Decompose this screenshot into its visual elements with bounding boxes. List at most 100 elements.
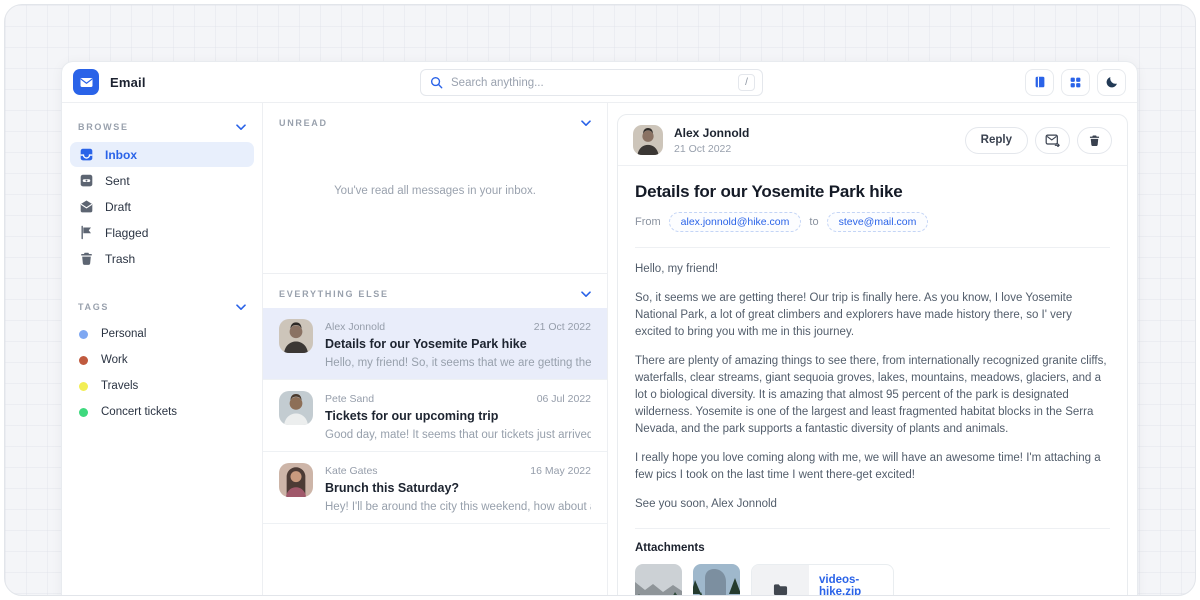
email-date: 16 May 2022 [530,465,591,477]
from-label: From [635,216,661,228]
email-preview: Hello, my friend! So, it seems that we a… [325,357,591,369]
header-actions [1025,69,1126,96]
sidebar-item-trash[interactable]: Trash [70,246,254,271]
sidebar-item-draft[interactable]: Draft [70,194,254,219]
trash-icon [79,251,94,266]
sidebar-tag-personal[interactable]: Personal [62,321,262,347]
flag-icon [79,225,94,240]
sidebar-item-flagged[interactable]: Flagged [70,220,254,245]
tag-color-dot [79,408,88,417]
sidebar-item-label: Inbox [105,148,137,162]
sidebar-tag-travels[interactable]: Travels [62,373,262,399]
file-icon-box [752,565,809,596]
attachments-row: videos-hike.zip 100 MB [635,564,1110,596]
browse-label: BROWSE [78,122,129,132]
email-preview: Hey! I'll be around the city this weeken… [325,501,591,513]
tag-label: Personal [101,328,146,340]
delete-button[interactable] [1077,127,1112,154]
email-body-paragraph: I really hope you love coming along with… [635,450,1110,484]
reply-button[interactable]: Reply [965,127,1028,154]
browse-section-header: BROWSE [62,107,262,141]
from-email-chip[interactable]: alex.jonnold@hike.com [669,212,802,232]
email-list-item-kate[interactable]: Kate Gates 16 May 2022 Brunch this Satur… [263,452,607,524]
tag-label: Work [101,354,128,366]
email-list-item-alex[interactable]: Alex Jonnold 21 Oct 2022 Details for our… [263,308,607,380]
attachment-file-card[interactable]: videos-hike.zip 100 MB [751,564,894,596]
chevron-down-icon[interactable] [236,304,246,311]
tag-color-dot [79,330,88,339]
avatar [633,125,663,155]
divider [635,247,1110,248]
app-columns: BROWSE Inbox [62,103,1137,596]
sidebar-item-inbox[interactable]: Inbox [70,142,254,167]
sidebar: BROWSE Inbox [62,103,263,596]
email-body-paragraph: Hello, my friend! [635,261,1110,278]
detail-header: Alex Jonnold 21 Oct 2022 Reply [618,115,1127,165]
to-email-chip[interactable]: steve@mail.com [827,212,929,232]
app-title: Email [110,75,146,90]
file-name: videos-hike.zip [819,574,883,596]
from-to-row: From alex.jonnold@hike.com to steve@mail… [635,212,1110,232]
email-sender: Alex Jonnold [325,321,385,333]
sidebar-tag-concert-tickets[interactable]: Concert tickets [62,399,262,425]
sidebar-item-label: Trash [105,252,135,266]
email-list-item-pete[interactable]: Pete Sand 06 Jul 2022 Tickets for our up… [263,380,607,452]
detail-date: 21 Oct 2022 [674,143,749,155]
mail-forward-icon [1045,134,1060,147]
chevron-down-icon[interactable] [236,124,246,131]
email-subject: Tickets for our upcoming trip [325,409,591,423]
attachment-photo-yosemite-valley[interactable] [635,564,682,596]
tag-color-dot [79,382,88,391]
apps-grid-icon [1069,76,1082,89]
avatar [279,391,313,425]
search-shortcut-badge: / [738,74,755,91]
search-input[interactable] [451,77,738,89]
detail-sender-name: Alex Jonnold [674,126,749,140]
email-app-window: Email / [61,61,1138,596]
everything-else-section-header: EVERYTHING ELSE [263,274,607,308]
detail-subject: Details for our Yosemite Park hike [635,182,1110,202]
sent-icon [79,173,94,188]
divider [635,528,1110,529]
email-sender: Pete Sand [325,393,374,405]
notebook-button[interactable] [1025,69,1054,96]
tags-label: TAGS [78,302,109,312]
sidebar-tag-work[interactable]: Work [62,347,262,373]
mail-forward-button[interactable] [1035,127,1070,154]
email-detail-panel: Alex Jonnold 21 Oct 2022 Reply [608,103,1137,596]
envelope-icon [79,75,94,90]
notebook-icon [1033,75,1047,89]
tag-label: Concert tickets [101,406,177,418]
email-date: 21 Oct 2022 [534,321,591,333]
tag-label: Travels [101,380,138,392]
detail-sender-block: Alex Jonnold 21 Oct 2022 [674,126,749,155]
email-body-paragraph: There are plenty of amazing things to se… [635,353,1110,438]
unread-section: UNREAD You've read all messages in your … [263,103,607,274]
avatar [279,319,313,353]
search-icon [430,76,443,89]
unread-label: UNREAD [279,118,328,128]
apps-grid-button[interactable] [1061,69,1090,96]
app-header: Email / [62,62,1137,103]
attachments-label: Attachments [635,542,1110,554]
sidebar-item-sent[interactable]: Sent [70,168,254,193]
attachment-photo-half-dome[interactable] [693,564,740,596]
email-summary: Pete Sand 06 Jul 2022 Tickets for our up… [325,391,591,441]
search-bar[interactable]: / [420,69,763,96]
email-preview: Good day, mate! It seems that our ticket… [325,429,591,441]
email-body-paragraph: See you soon, Alex Jonnold [635,496,1110,513]
email-subject: Details for our Yosemite Park hike [325,337,591,351]
folder-icon [772,582,789,597]
mail-list-column: UNREAD You've read all messages in your … [263,103,608,596]
to-label: to [809,216,818,228]
page-background: Email / [4,4,1196,596]
detail-content: Details for our Yosemite Park hike From … [618,166,1127,596]
chevron-down-icon[interactable] [581,120,591,127]
unread-empty-message: You've read all messages in your inbox. [263,185,607,197]
dark-mode-button[interactable] [1097,69,1126,96]
avatar [279,463,313,497]
chevron-down-icon[interactable] [581,291,591,298]
email-detail-card: Alex Jonnold 21 Oct 2022 Reply [617,114,1128,596]
detail-actions: Reply [965,127,1112,154]
dark-mode-moon-icon [1105,75,1119,89]
